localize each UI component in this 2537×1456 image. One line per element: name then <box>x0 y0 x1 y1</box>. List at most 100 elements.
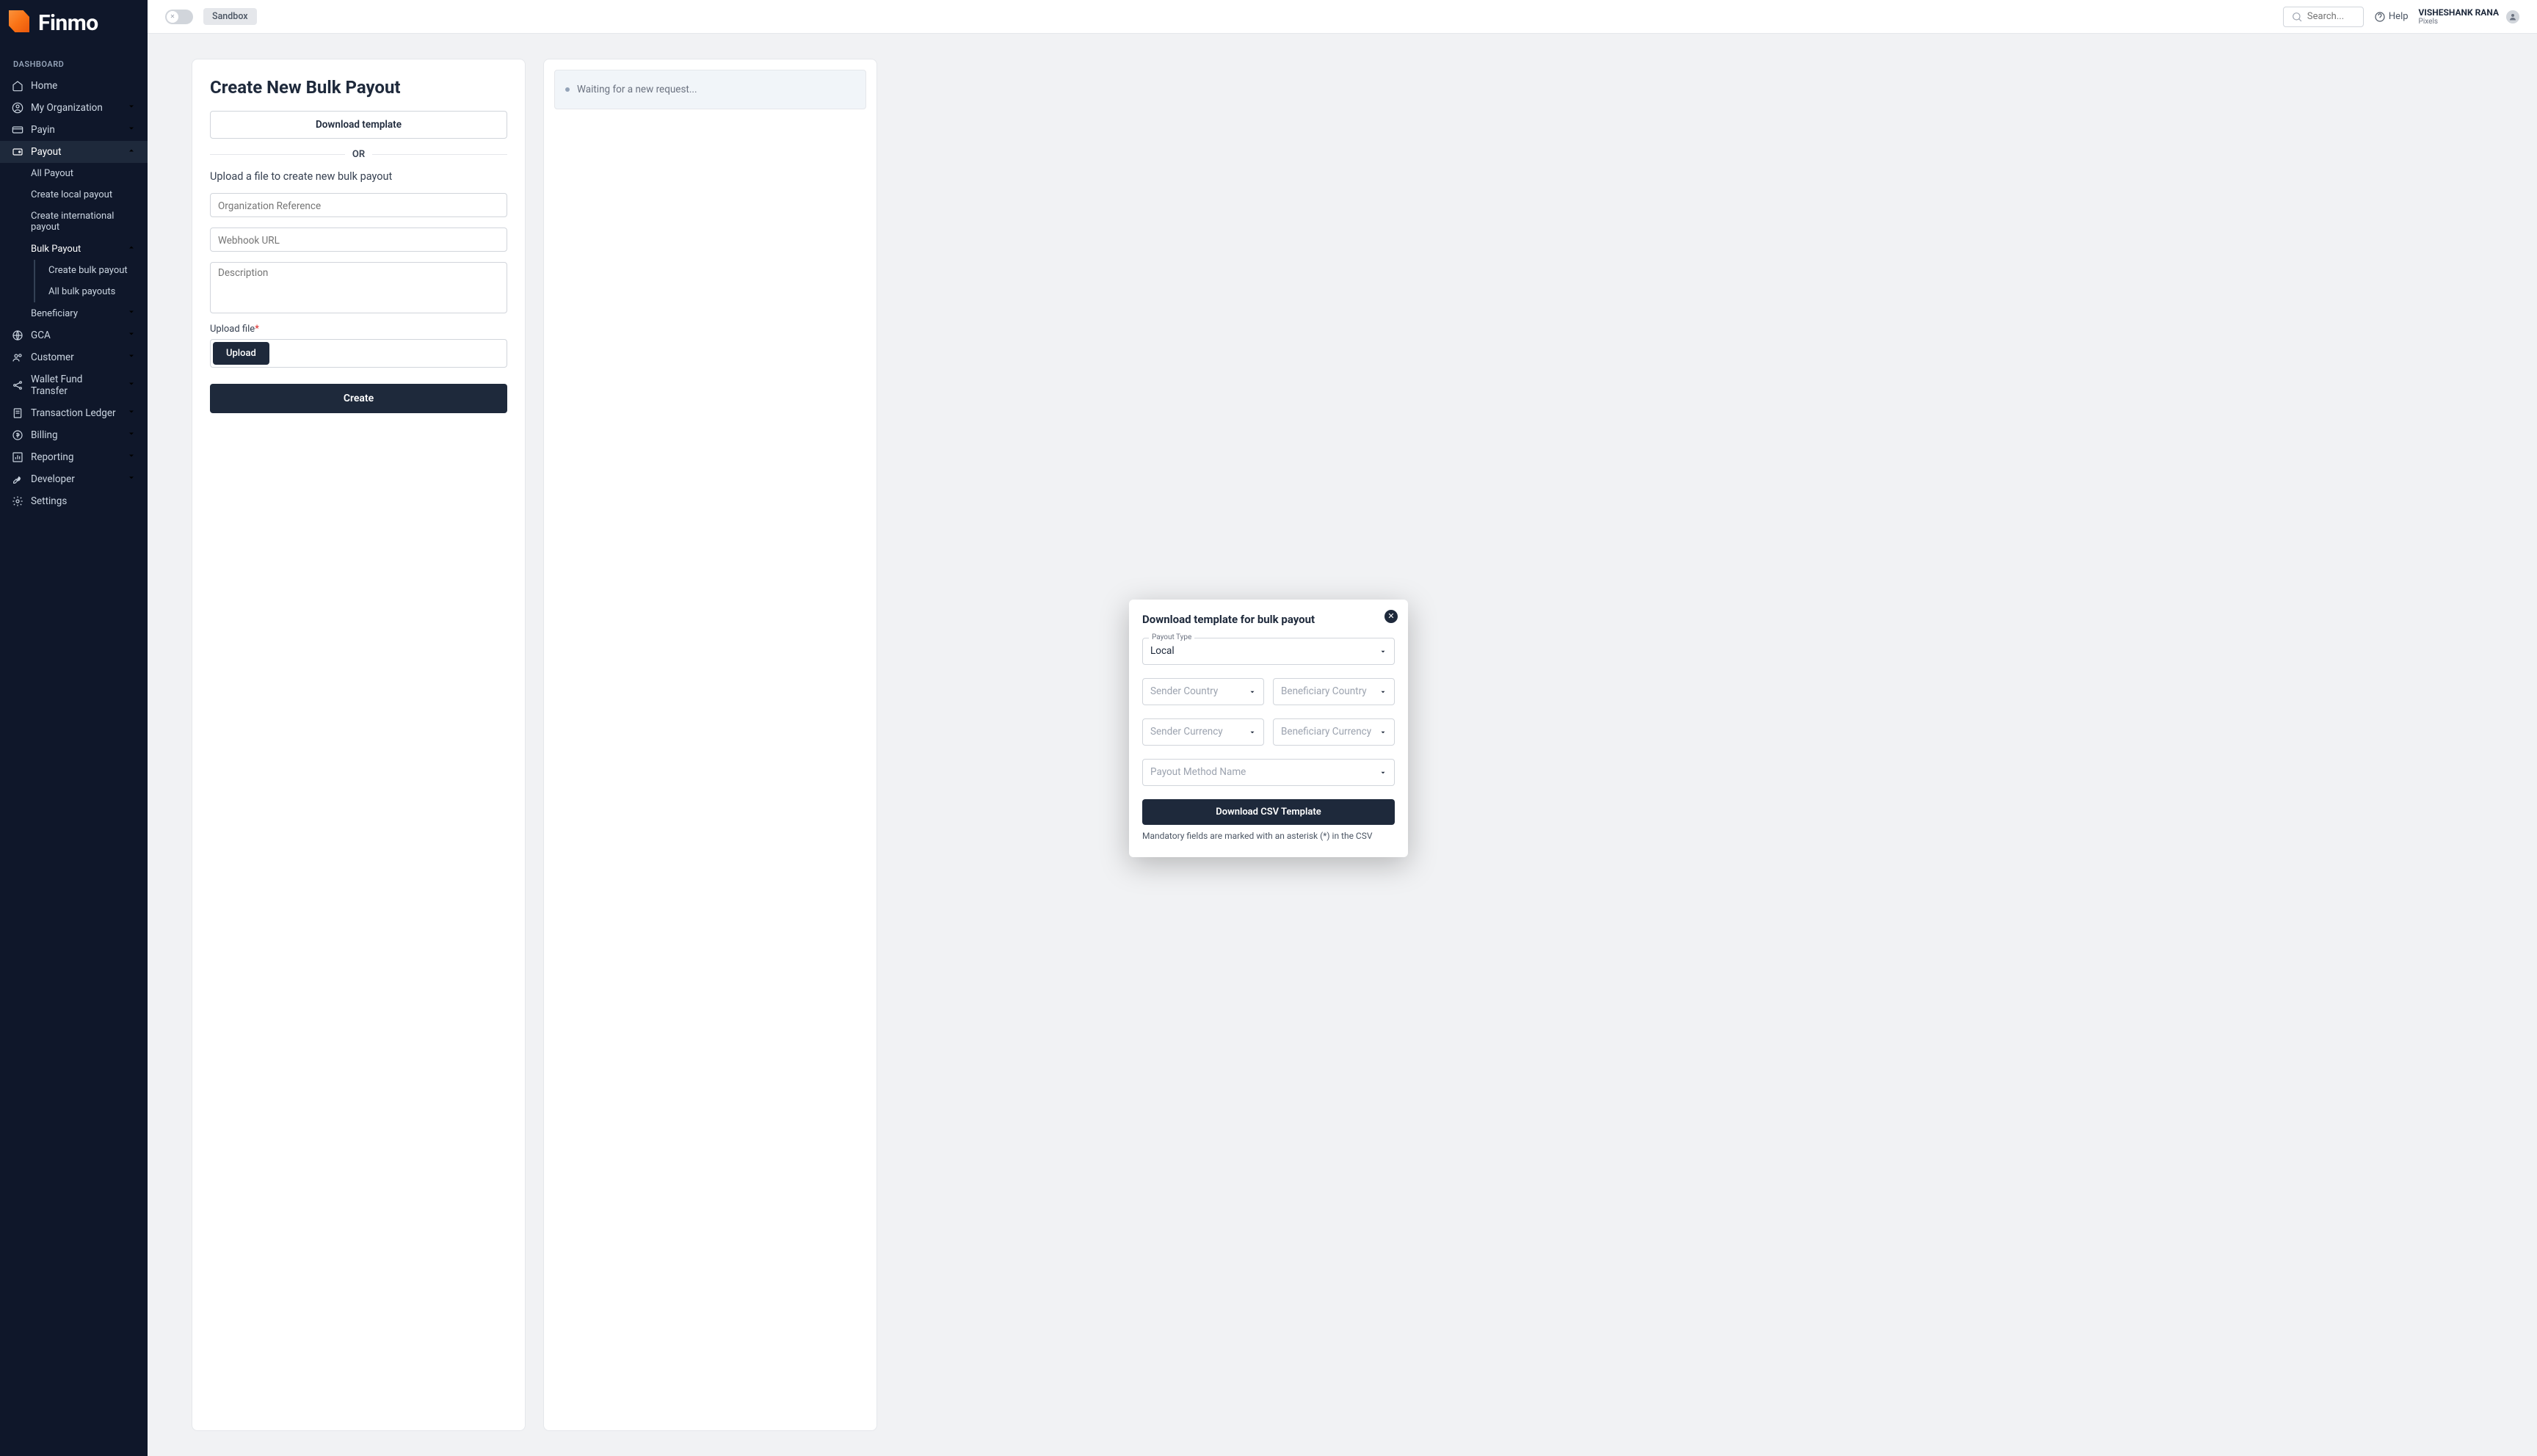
sender-currency-select[interactable]: Sender Currency <box>1142 718 1264 746</box>
sidebar-item-label: GCA <box>31 330 51 341</box>
mode-toggle[interactable] <box>165 10 193 24</box>
sender-country-select[interactable]: Sender Country <box>1142 678 1264 705</box>
sidebar-item-payin[interactable]: Payin <box>0 119 148 141</box>
sidebar-item-label: Customer <box>31 352 74 363</box>
page-title: Create New Bulk Payout <box>210 77 507 98</box>
status-card: Waiting for a new request... <box>543 59 877 1431</box>
chevron-up-icon <box>127 146 136 158</box>
description-field[interactable] <box>210 262 507 313</box>
sidebar-subitem-create-intl[interactable]: Create international payout <box>0 205 148 238</box>
home-icon <box>12 80 23 92</box>
beneficiary-country-placeholder: Beneficiary Country <box>1281 685 1367 697</box>
wrench-icon <box>12 473 23 485</box>
caret-down-icon <box>1379 644 1387 658</box>
chevron-down-icon <box>127 330 136 341</box>
modal-note: Mandatory fields are marked with an aste… <box>1142 831 1395 841</box>
download-csv-button[interactable]: Download CSV Template <box>1142 799 1395 825</box>
chevron-down-icon <box>127 379 136 391</box>
sidebar-item-billing[interactable]: Billing <box>0 424 148 446</box>
caret-down-icon <box>1379 725 1387 739</box>
chevron-down-icon <box>127 124 136 136</box>
mode-chip: Sandbox <box>203 8 257 25</box>
help-icon <box>2374 11 2386 23</box>
sidebar-subitem-bulk-payout[interactable]: Bulk Payout <box>0 238 148 260</box>
sidebar-item-organization[interactable]: My Organization <box>0 97 148 119</box>
chevron-down-icon <box>127 102 136 114</box>
avatar-icon <box>2506 10 2519 23</box>
sidebar-item-home[interactable]: Home <box>0 75 148 97</box>
create-button[interactable]: Create <box>210 384 507 413</box>
topbar: Sandbox Help VISHESHANK RANA Pixels <box>148 0 2537 34</box>
create-payout-card: Create New Bulk Payout Download template… <box>192 59 526 1431</box>
search-icon <box>2291 11 2303 23</box>
sidebar-subitem-all-bulk[interactable]: All bulk payouts <box>35 281 148 302</box>
upload-button[interactable]: Upload <box>213 342 269 365</box>
brand-logo[interactable]: Finmo <box>0 0 148 46</box>
sender-country-placeholder: Sender Country <box>1150 685 1218 697</box>
payout-type-select[interactable]: Payout Type Local <box>1142 638 1395 665</box>
close-button[interactable]: ✕ <box>1384 610 1398 623</box>
payout-type-label: Payout Type <box>1149 633 1194 641</box>
webhook-input[interactable] <box>218 235 499 247</box>
sidebar-section-label: DASHBOARD <box>0 46 148 75</box>
chevron-down-icon <box>127 407 136 419</box>
user-org: Pixels <box>2419 18 2499 26</box>
chevron-down-icon <box>127 307 136 319</box>
payout-method-placeholder: Payout Method Name <box>1150 766 1246 778</box>
user-menu[interactable]: VISHESHANK RANA Pixels <box>2419 7 2519 26</box>
payout-method-select[interactable]: Payout Method Name <box>1142 759 1395 786</box>
sidebar-item-label: My Organization <box>31 102 103 114</box>
sidebar-item-label: Payin <box>31 124 55 136</box>
chevron-down-icon <box>127 451 136 463</box>
download-template-button[interactable]: Download template <box>210 111 507 139</box>
search-input[interactable] <box>2307 11 2356 22</box>
download-template-modal: ✕ Download template for bulk payout Payo… <box>1129 600 1408 857</box>
caret-down-icon <box>1379 765 1387 779</box>
sender-currency-placeholder: Sender Currency <box>1150 726 1223 738</box>
sidebar-item-label: Wallet Fund Transfer <box>31 374 120 397</box>
sidebar-subitem-all-payout[interactable]: All Payout <box>0 163 148 184</box>
upload-label: Upload file* <box>210 324 507 335</box>
sidebar: Finmo DASHBOARD Home My Organization Pay… <box>0 0 148 1456</box>
sidebar-item-payout[interactable]: Payout <box>0 141 148 163</box>
sidebar-item-gca[interactable]: GCA <box>0 324 148 346</box>
brand-name: Finmo <box>38 10 98 36</box>
sidebar-item-customer[interactable]: Customer <box>0 346 148 368</box>
sidebar-subitem-create-bulk[interactable]: Create bulk payout <box>35 260 148 281</box>
description-input[interactable] <box>218 267 499 305</box>
sidebar-item-label: Transaction Ledger <box>31 407 116 419</box>
chevron-down-icon <box>127 473 136 485</box>
help-label: Help <box>2389 11 2409 22</box>
sidebar-item-label: Billing <box>31 429 58 441</box>
caret-down-icon <box>1249 685 1256 699</box>
help-link[interactable]: Help <box>2374 11 2409 23</box>
search-box[interactable] <box>2283 7 2364 27</box>
sidebar-subitem-create-local[interactable]: Create local payout <box>0 184 148 205</box>
beneficiary-currency-select[interactable]: Beneficiary Currency <box>1273 718 1395 746</box>
logo-mark-icon <box>9 10 29 36</box>
beneficiary-country-select[interactable]: Beneficiary Country <box>1273 678 1395 705</box>
org-reference-input[interactable] <box>218 200 499 212</box>
chevron-down-icon <box>127 429 136 441</box>
sidebar-item-transaction-ledger[interactable]: Transaction Ledger <box>0 402 148 424</box>
gear-icon <box>12 495 23 507</box>
document-icon <box>12 407 23 419</box>
webhook-field[interactable] <box>210 228 507 252</box>
sidebar-item-wallet-transfer[interactable]: Wallet Fund Transfer <box>0 368 148 402</box>
sidebar-subitem-beneficiary[interactable]: Beneficiary <box>0 302 148 324</box>
sidebar-item-label: Settings <box>31 495 67 507</box>
caret-down-icon <box>1379 685 1387 699</box>
caret-down-icon <box>1249 725 1256 739</box>
upload-box: Upload <box>210 339 507 368</box>
org-reference-field[interactable] <box>210 193 507 217</box>
user-circle-icon <box>12 102 23 114</box>
sidebar-item-developer[interactable]: Developer <box>0 468 148 490</box>
sidebar-item-settings[interactable]: Settings <box>0 490 148 512</box>
chevron-down-icon <box>127 352 136 363</box>
beneficiary-currency-placeholder: Beneficiary Currency <box>1281 726 1371 738</box>
share-icon <box>12 379 23 391</box>
sidebar-item-reporting[interactable]: Reporting <box>0 446 148 468</box>
sidebar-item-label: Developer <box>31 473 75 485</box>
globe-icon <box>12 330 23 341</box>
user-name: VISHESHANK RANA <box>2419 7 2499 18</box>
